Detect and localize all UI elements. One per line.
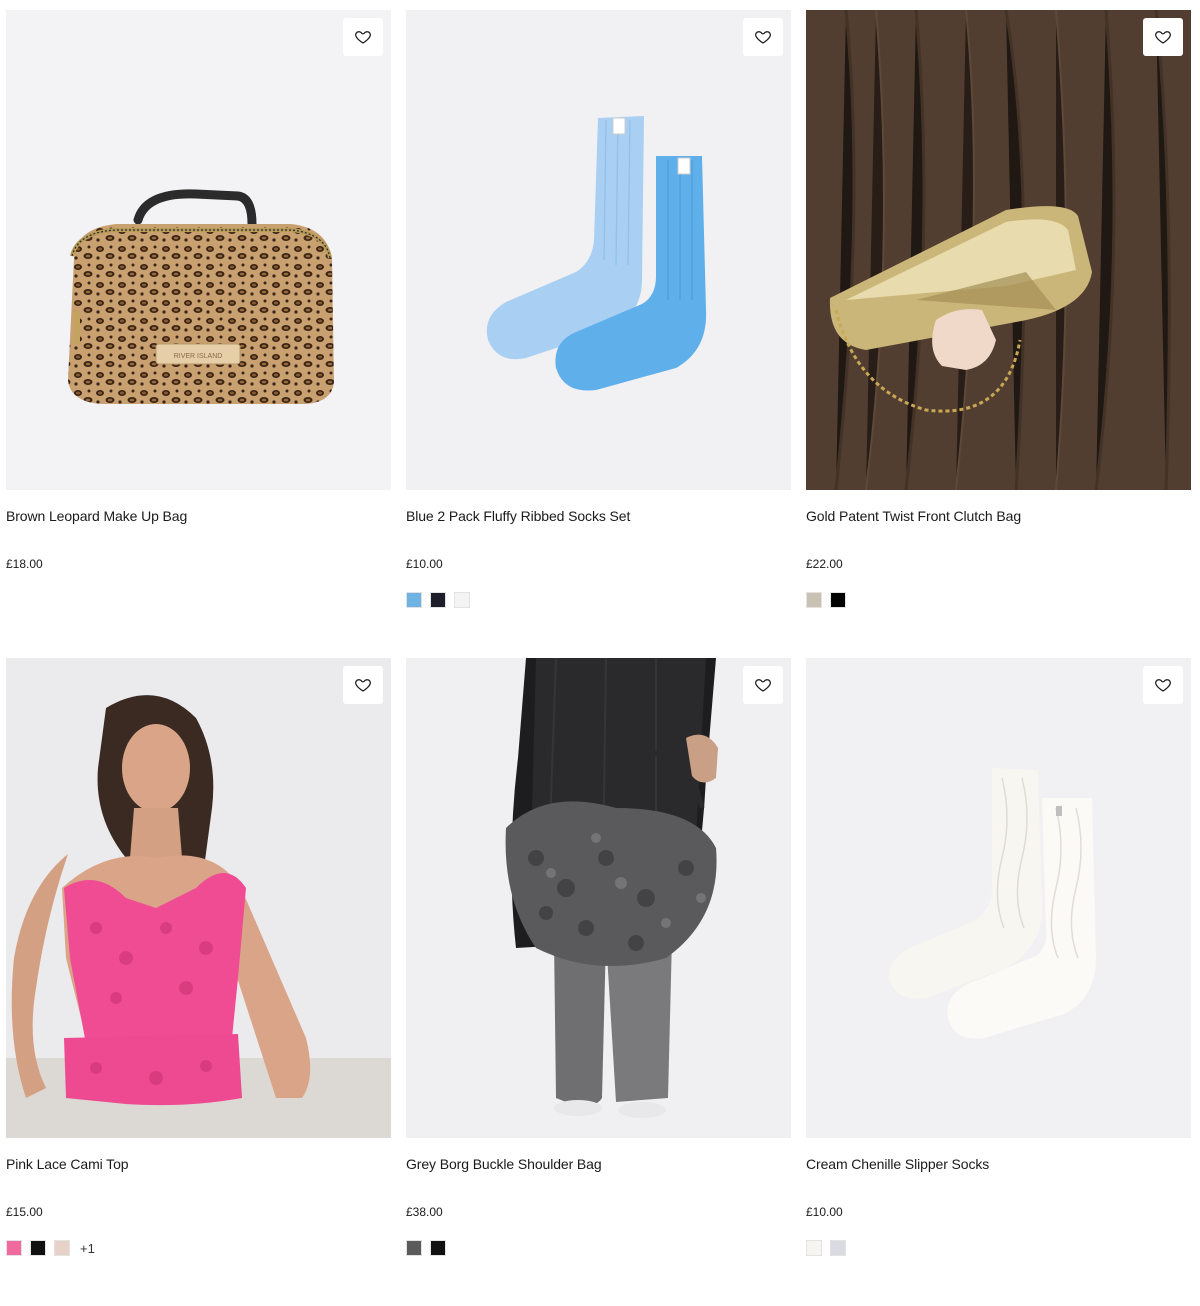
product-price: £38.00	[406, 1205, 443, 1219]
color-swatches: +1	[6, 1240, 95, 1256]
color-swatches	[406, 1240, 446, 1256]
color-swatch[interactable]	[830, 1240, 846, 1256]
heart-outline-icon	[755, 679, 771, 692]
product-image[interactable]	[6, 658, 391, 1138]
product-grid: RIVER ISLAND Brown Leopard Make Up Bag £…	[6, 10, 1191, 1306]
product-image[interactable]	[406, 658, 791, 1138]
color-swatch[interactable]	[30, 1240, 46, 1256]
product-price: £10.00	[406, 557, 443, 571]
product-name[interactable]: Pink Lace Cami Top	[6, 1156, 129, 1172]
heart-outline-icon	[1155, 31, 1171, 44]
color-swatch[interactable]	[406, 592, 422, 608]
wishlist-button[interactable]	[1143, 18, 1183, 56]
wishlist-button[interactable]	[343, 18, 383, 56]
wishlist-button[interactable]	[1143, 666, 1183, 704]
heart-outline-icon	[755, 31, 771, 44]
product-card[interactable]: Grey Borg Buckle Shoulder Bag £38.00	[406, 658, 791, 1306]
product-name[interactable]: Blue 2 Pack Fluffy Ribbed Socks Set	[406, 508, 630, 524]
blue-fluffy-socks-image	[486, 116, 707, 391]
product-card[interactable]: RIVER ISLAND Brown Leopard Make Up Bag £…	[6, 10, 391, 658]
leopard-make-up-bag-image: RIVER ISLAND	[68, 189, 334, 404]
product-card[interactable]: Gold Patent Twist Front Clutch Bag £22.0…	[806, 10, 1191, 658]
product-price: £18.00	[6, 557, 43, 571]
product-card[interactable]: Cream Chenille Slipper Socks £10.00	[806, 658, 1191, 1306]
color-swatch[interactable]	[830, 592, 846, 608]
color-swatch[interactable]	[6, 1240, 22, 1256]
color-swatch[interactable]	[806, 592, 822, 608]
color-swatch[interactable]	[54, 1240, 70, 1256]
heart-outline-icon	[355, 679, 371, 692]
gold-clutch-bag-image	[806, 10, 1191, 490]
pink-lace-cami-image	[6, 658, 391, 1138]
wishlist-button[interactable]	[743, 666, 783, 704]
heart-outline-icon	[355, 31, 371, 44]
svg-text:RIVER ISLAND: RIVER ISLAND	[174, 353, 223, 360]
product-price: £10.00	[806, 1205, 843, 1219]
color-swatch[interactable]	[430, 1240, 446, 1256]
product-name[interactable]: Grey Borg Buckle Shoulder Bag	[406, 1156, 602, 1172]
color-swatches	[806, 1240, 846, 1256]
grey-borg-bag-image	[406, 658, 791, 1138]
product-card[interactable]: Pink Lace Cami Top £15.00 +1	[6, 658, 391, 1306]
color-swatch[interactable]	[430, 592, 446, 608]
cream-slipper-socks-image	[889, 768, 1096, 1039]
product-image[interactable]	[806, 10, 1191, 490]
heart-outline-icon	[1155, 679, 1171, 692]
product-price: £15.00	[6, 1205, 43, 1219]
product-name[interactable]: Cream Chenille Slipper Socks	[806, 1156, 989, 1172]
wishlist-button[interactable]	[343, 666, 383, 704]
product-image[interactable]: RIVER ISLAND	[6, 10, 391, 490]
product-card[interactable]: Blue 2 Pack Fluffy Ribbed Socks Set £10.…	[406, 10, 791, 658]
color-swatch[interactable]	[454, 592, 470, 608]
product-name[interactable]: Gold Patent Twist Front Clutch Bag	[806, 508, 1021, 524]
color-swatches	[806, 592, 846, 608]
product-price: £22.00	[806, 557, 843, 571]
color-swatch[interactable]	[406, 1240, 422, 1256]
color-swatch[interactable]	[806, 1240, 822, 1256]
product-image[interactable]	[406, 10, 791, 490]
wishlist-button[interactable]	[743, 18, 783, 56]
product-name[interactable]: Brown Leopard Make Up Bag	[6, 508, 187, 524]
product-image[interactable]	[806, 658, 1191, 1138]
color-swatches	[406, 592, 470, 608]
more-colors-count[interactable]: +1	[80, 1241, 95, 1256]
